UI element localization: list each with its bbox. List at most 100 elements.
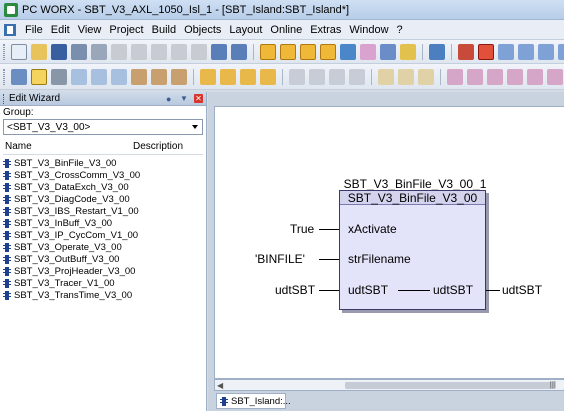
graphic-icon[interactable] — [151, 68, 167, 85]
connection-line-icon[interactable] — [51, 68, 67, 85]
toolbar-grip[interactable] — [3, 43, 5, 60]
function-block[interactable]: SBT_V3_BinFile_V3_00 xActivate strFilena… — [339, 190, 486, 310]
tab-label: SBT_Island:... — [231, 395, 291, 407]
redo-icon[interactable] — [191, 43, 207, 60]
ld-rail-icon[interactable] — [378, 68, 394, 85]
menu-view[interactable]: View — [74, 24, 106, 36]
menu-window[interactable]: Window — [345, 24, 392, 36]
list-item[interactable]: SBT_V3_IBS_Restart_V1_00 — [3, 205, 203, 217]
contact-n-icon[interactable] — [507, 68, 523, 85]
menu-build[interactable]: Build — [148, 24, 180, 36]
window-4-icon[interactable] — [558, 43, 564, 60]
print-icon[interactable] — [71, 43, 87, 60]
fbd-insert-coil-icon[interactable] — [260, 68, 276, 85]
jump-icon[interactable] — [111, 68, 127, 85]
input-value[interactable]: True — [290, 222, 314, 236]
cut-icon[interactable] — [111, 43, 127, 60]
coil-icon[interactable] — [527, 68, 543, 85]
comment-icon[interactable] — [131, 68, 147, 85]
list-item[interactable]: SBT_V3_TransTime_V3_00 — [3, 289, 203, 301]
fbd-insert-contact-icon[interactable] — [240, 68, 256, 85]
contact-no-icon[interactable] — [447, 68, 463, 85]
new-file-icon[interactable] — [11, 43, 27, 60]
list-item[interactable]: SBT_V3_Operate_V3_00 — [3, 241, 203, 253]
copy-icon[interactable] — [131, 43, 147, 60]
column-header-name[interactable]: Name — [3, 141, 133, 154]
list-item[interactable]: SBT_V3_DataExch_V3_00 — [3, 181, 203, 193]
window-3-icon[interactable] — [538, 43, 554, 60]
horizontal-scrollbar[interactable]: ◀ ||| — [214, 379, 564, 391]
text-icon[interactable] — [171, 68, 187, 85]
zoom-out-icon[interactable] — [231, 43, 247, 60]
contact-nc-icon[interactable] — [467, 68, 483, 85]
menu-online[interactable]: Online — [266, 24, 306, 36]
menu-project[interactable]: Project — [105, 24, 147, 36]
open-folder-icon[interactable] — [31, 43, 47, 60]
paste-icon[interactable] — [151, 43, 167, 60]
fbd-insert-icon[interactable] — [200, 68, 216, 85]
zoom-in-icon[interactable] — [211, 43, 227, 60]
compile-icon[interactable] — [340, 43, 356, 60]
input-value[interactable]: 'BINFILE' — [255, 252, 305, 266]
input-value[interactable]: udtSBT — [275, 283, 315, 297]
window-title: PC WORX - SBT_V3_AXL_1050_Isl_1 - [SBT_I… — [22, 3, 350, 16]
menu-layout[interactable]: Layout — [225, 24, 266, 36]
list-item[interactable]: SBT_V3_ProjHeader_V3_00 — [3, 265, 203, 277]
variables-icon[interactable] — [400, 43, 416, 60]
window-1-icon[interactable] — [498, 43, 514, 60]
menu-help[interactable]: ? — [393, 24, 407, 36]
select-pointer-icon[interactable] — [31, 68, 47, 85]
ld-network-icon[interactable] — [418, 68, 434, 85]
ld-branch-icon[interactable] — [398, 68, 414, 85]
zoom-icon[interactable] — [11, 68, 27, 85]
toolbar-grip[interactable] — [3, 68, 5, 85]
column-header-description[interactable]: Description — [133, 141, 203, 154]
view-editor-icon[interactable] — [260, 43, 276, 60]
window-2-icon[interactable] — [518, 43, 534, 60]
list-item[interactable]: SBT_V3_CrossComm_V3_00 — [3, 169, 203, 181]
online-mode-icon[interactable] — [478, 43, 494, 60]
info-icon[interactable] — [429, 43, 445, 60]
document-icon[interactable] — [4, 23, 16, 36]
connector-icon[interactable] — [91, 68, 107, 85]
standard-toolbar — [0, 40, 564, 64]
view-split-icon[interactable] — [300, 43, 316, 60]
list-item[interactable]: SBT_V3_Tracer_V1_00 — [3, 277, 203, 289]
menu-objects[interactable]: Objects — [180, 24, 225, 36]
undo-icon[interactable] — [171, 43, 187, 60]
scroll-left-icon[interactable]: ◀ — [217, 381, 223, 390]
list-item[interactable]: SBT_V3_OutBuff_V3_00 — [3, 253, 203, 265]
menu-edit[interactable]: Edit — [47, 24, 74, 36]
input-wire — [319, 229, 339, 230]
chevron-down-icon[interactable]: ▼ — [180, 94, 188, 103]
output-value[interactable]: udtSBT — [502, 283, 542, 297]
group-select[interactable]: <SBT_V3_V3_00> — [3, 119, 203, 135]
align-right-icon[interactable] — [329, 68, 345, 85]
save-icon[interactable] — [51, 43, 67, 60]
list-item[interactable]: SBT_V3_InBuff_V3_00 — [3, 217, 203, 229]
print-preview-icon[interactable] — [91, 43, 107, 60]
tab-worksheet[interactable]: SBT_Island:... — [216, 393, 291, 409]
view-window-icon[interactable] — [280, 43, 296, 60]
library-icon[interactable] — [380, 43, 396, 60]
pin-icon[interactable]: ● — [166, 94, 174, 103]
variable-icon[interactable] — [71, 68, 87, 85]
contact-p-icon[interactable] — [487, 68, 503, 85]
rebuild-icon[interactable] — [360, 43, 376, 60]
worksheet-canvas[interactable]: SBT_V3_BinFile_V3_00_1 SBT_V3_BinFile_V3… — [214, 106, 564, 379]
coil-set-icon[interactable] — [547, 68, 563, 85]
fbd-insert-block-icon[interactable] — [220, 68, 236, 85]
align-top-icon[interactable] — [349, 68, 365, 85]
close-icon[interactable]: ✕ — [194, 94, 203, 103]
scroll-thumb[interactable] — [345, 382, 555, 389]
menu-extras[interactable]: Extras — [306, 24, 345, 36]
list-item[interactable]: SBT_V3_IP_CycCom_V1_00 — [3, 229, 203, 241]
list-item[interactable]: SBT_V3_BinFile_V3_00 — [3, 157, 203, 169]
list-item[interactable]: SBT_V3_DiagCode_V3_00 — [3, 193, 203, 205]
align-left-icon[interactable] — [289, 68, 305, 85]
panel-grip[interactable] — [3, 93, 6, 104]
debug-icon[interactable] — [458, 43, 474, 60]
view-layout-icon[interactable] — [320, 43, 336, 60]
align-center-icon[interactable] — [309, 68, 325, 85]
menu-file[interactable]: File — [21, 24, 47, 36]
